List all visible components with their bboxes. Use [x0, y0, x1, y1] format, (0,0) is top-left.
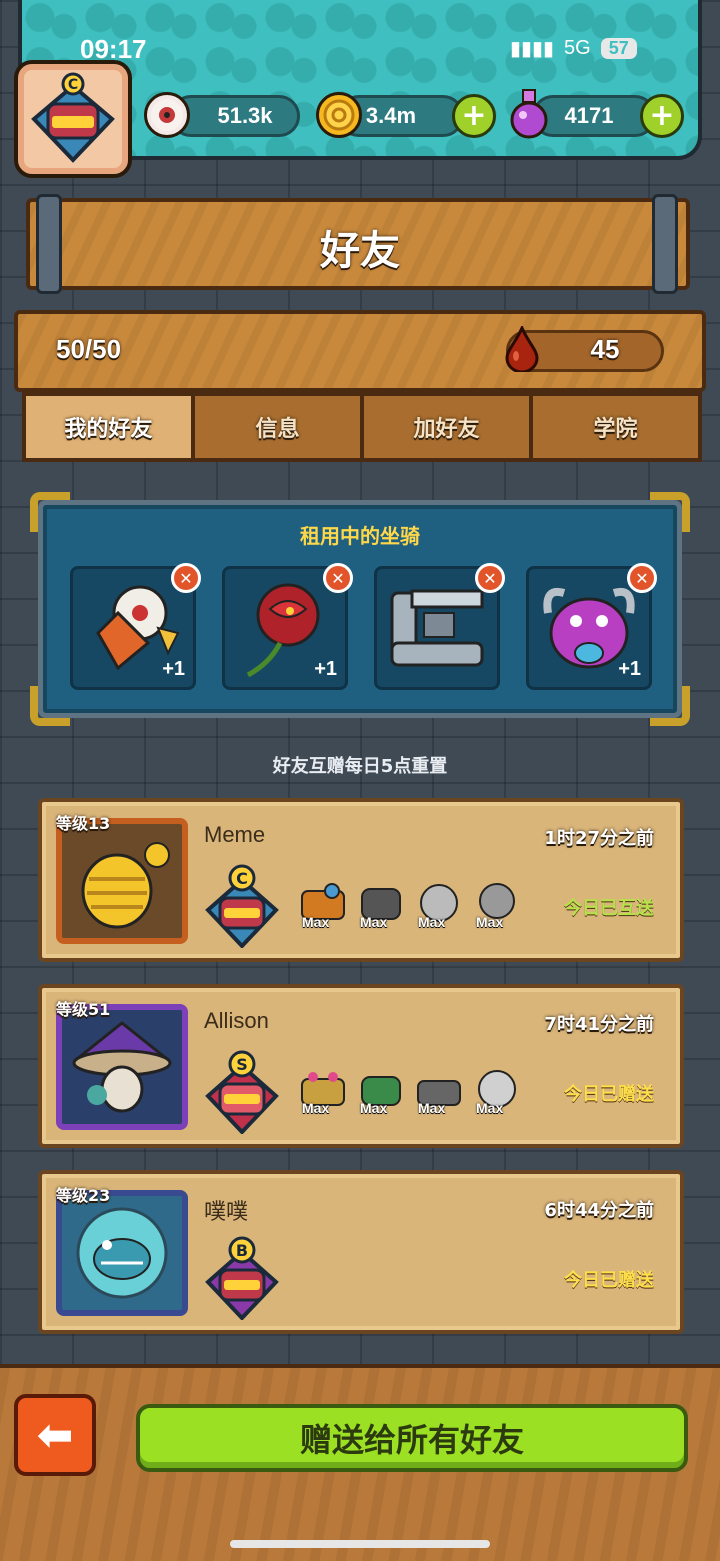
- mini-mount-icon: Max: [354, 876, 408, 930]
- friend-last-seen: 7时41分之前: [544, 1014, 654, 1035]
- panel-corner-bl: [30, 686, 70, 726]
- player-avatar[interactable]: C: [14, 60, 132, 178]
- svg-text:C: C: [236, 869, 248, 888]
- remove-mount-button[interactable]: ✕: [475, 563, 505, 593]
- tab-messages[interactable]: 信息: [191, 392, 364, 462]
- mech-cannon-mount-icon: [390, 589, 484, 667]
- page-title: 好友: [320, 228, 400, 274]
- friend-last-seen: 1时27分之前: [544, 828, 654, 849]
- add-potions-button[interactable]: +: [640, 94, 684, 138]
- potions-counter: 4171: [532, 95, 656, 137]
- friend-portrait[interactable]: [56, 1190, 188, 1316]
- eyeball-icon: [144, 92, 190, 138]
- tab-add-friend[interactable]: 加好友: [360, 392, 533, 462]
- rented-mount-slot-3[interactable]: ✕: [374, 563, 505, 690]
- rented-mount-slot-2[interactable]: +1 ✕: [222, 563, 353, 690]
- add-coins-button[interactable]: +: [452, 94, 496, 138]
- potion-icon: [508, 88, 550, 140]
- friend-portrait[interactable]: [56, 818, 188, 944]
- potions-value: 4171: [564, 103, 614, 128]
- remove-mount-button[interactable]: ✕: [323, 563, 353, 593]
- gift-status: 今日已互送: [564, 898, 654, 919]
- friend-card-pupu[interactable]: 等级23 噗噗 6时44分之前 B 今日已赠送: [38, 1170, 684, 1334]
- rented-mount-slot-1[interactable]: +1 ✕: [70, 563, 201, 690]
- friend-card-meme[interactable]: 等级13 Meme 1时27分之前 C Max Max Max Max 今日已互…: [38, 798, 684, 962]
- svg-text:S: S: [236, 1055, 248, 1074]
- rented-mount-slot-4[interactable]: +1 ✕: [526, 563, 657, 690]
- rank-c-badge-icon: C: [202, 860, 282, 949]
- svg-text:C: C: [68, 77, 78, 93]
- mini-mount-icon: Max: [412, 1062, 466, 1116]
- panel-corner-br: [650, 686, 690, 726]
- mini-mount-icon: Max: [354, 1062, 408, 1116]
- tab-my-friends[interactable]: 我的好友: [22, 392, 195, 462]
- rented-mounts-title: 租用中的坐骑: [300, 524, 420, 548]
- friend-name: Meme: [204, 822, 266, 847]
- signal-icon: ▮▮▮▮: [510, 38, 555, 60]
- gift-status: 今日已赠送: [564, 1270, 654, 1291]
- eyes-value: 51.3k: [217, 103, 273, 128]
- mount-bonus: +1: [162, 658, 185, 680]
- home-indicator[interactable]: [230, 1540, 490, 1548]
- tab-academy[interactable]: 学院: [529, 392, 702, 462]
- witch-mushroom-monster-icon: [72, 1021, 172, 1113]
- battery-icon: 57: [600, 38, 637, 59]
- tab-bar: 我的好友 信息 加好友 学院: [22, 392, 702, 462]
- svg-text:B: B: [236, 1241, 248, 1260]
- back-button[interactable]: ⬅: [14, 1394, 96, 1476]
- rank-s-badge-icon: S: [202, 1046, 282, 1135]
- friend-level: 等级23: [56, 1186, 111, 1205]
- remove-mount-button[interactable]: ✕: [171, 563, 201, 593]
- send-to-all-friends-button[interactable]: 赠送给所有好友: [136, 1404, 688, 1472]
- blood-drop-icon: [504, 324, 540, 374]
- mini-mount-icon: Max: [470, 1062, 524, 1116]
- rank-b-badge-icon: B: [202, 1232, 282, 1321]
- friend-mounts: Max Max Max Max: [296, 1062, 524, 1116]
- network-label: 5G: [564, 37, 591, 59]
- rank-c-badge-icon: C: [31, 72, 115, 163]
- friend-name: Allison: [204, 1008, 269, 1033]
- remove-mount-button[interactable]: ✕: [627, 563, 657, 593]
- friend-level: 等级13: [56, 814, 111, 833]
- mount-bonus: +1: [314, 658, 337, 680]
- friend-portrait[interactable]: [56, 1004, 188, 1130]
- mini-mount-icon: Max: [296, 876, 350, 930]
- friend-level: 等级51: [56, 1000, 111, 1019]
- gift-status: 今日已赠送: [564, 1084, 654, 1105]
- drop-value: 45: [590, 334, 620, 364]
- mount-bonus: +1: [618, 658, 641, 680]
- corn-hive-monster-icon: [81, 842, 170, 929]
- mini-mount-icon: Max: [296, 1062, 350, 1116]
- friend-last-seen: 6时44分之前: [544, 1200, 654, 1221]
- mini-mount-icon: Max: [470, 876, 524, 930]
- mini-mount-icon: Max: [412, 876, 466, 930]
- friend-name: 噗噗: [204, 1199, 249, 1224]
- coin-icon: [316, 92, 362, 138]
- coins-value: 3.4m: [365, 103, 417, 128]
- daily-reset-note: 好友互赠每日5点重置: [272, 756, 448, 777]
- friend-count: 50/50: [56, 334, 122, 364]
- friend-card-allison[interactable]: 等级51 Allison 7时41分之前 S Max Max Max Max 今…: [38, 984, 684, 1148]
- arrow-left-icon: ⬅: [36, 1409, 74, 1461]
- status-indicators: ▮▮▮▮ 5G 57: [510, 36, 637, 61]
- bubble-fish-monster-icon: [76, 1207, 168, 1299]
- friend-mounts: Max Max Max Max: [296, 876, 524, 930]
